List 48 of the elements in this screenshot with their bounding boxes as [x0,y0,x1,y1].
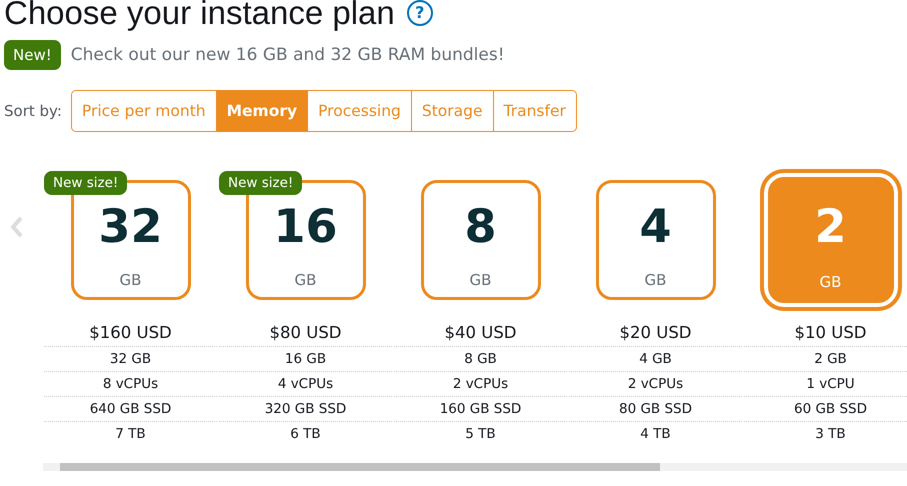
new-size-badge: New size! [219,171,302,195]
plan-spec: 60 GB SSD [744,397,907,422]
plan-unit: GB [120,271,142,289]
horizontal-scrollbar[interactable] [43,463,907,471]
help-icon[interactable]: ? [406,0,433,26]
plan-spec: 2 vCPUs [394,372,567,397]
plan-spec: 6 TB [289,425,322,444]
sort-option[interactable]: Memory [216,91,308,131]
plan-spec: 4 vCPUs [219,372,392,397]
plan-spec: 640 GB SSD [44,397,217,422]
plan-spec: 7 TB [114,425,147,444]
plan-spec: 4 GB [569,347,742,372]
plan-unit: GB [820,273,842,291]
scrollbar-thumb[interactable] [60,463,660,471]
plan-spec: 2 GB [744,347,907,372]
plan-card[interactable]: 4 GB [596,180,716,300]
plan-size: 4 [639,201,672,251]
plan-spec: 1 vCPU [744,372,907,397]
plan-size: 8 [464,201,496,251]
sort-label: Sort by: [4,102,62,120]
plan-price: $10 USD [744,311,907,347]
plan-spec: 160 GB SSD [394,397,567,422]
page-title: Choose your instance plan [4,0,395,32]
plan-spec: 16 GB [219,347,392,372]
plan-price: $160 USD [44,311,217,347]
plan-price: $40 USD [394,311,567,347]
new-size-badge: New size! [44,171,128,195]
plan-spec: 8 GB [394,347,567,372]
plan-size: 2 [814,201,846,251]
plan-unit: GB [470,271,492,289]
plan-spec: 80 GB SSD [569,397,742,422]
plan-spec: 32 GB [44,347,217,372]
plan-unit: GB [294,271,316,289]
notice-text: Check out our new 16 GB and 32 GB RAM bundles! [70,45,505,65]
sort-option[interactable]: Transfer [492,91,576,131]
plan-price: $20 USD [569,311,742,347]
plan-price: $80 USD [219,311,392,347]
plan-spec: 3 TB [814,425,847,444]
plan-size: 32 [98,201,162,251]
plan-unit: GB [644,271,666,289]
plan-spec: 2 vCPUs [569,372,742,397]
plan-spec: 320 GB SSD [219,397,392,422]
plan-size: 16 [273,201,338,251]
new-badge: New! [4,40,61,70]
plan-spec: 4 TB [639,425,672,444]
plan-spec: 8 vCPUs [44,372,217,397]
plan-spec: 5 TB [464,425,497,444]
plan-card[interactable]: 8 GB [420,180,540,300]
